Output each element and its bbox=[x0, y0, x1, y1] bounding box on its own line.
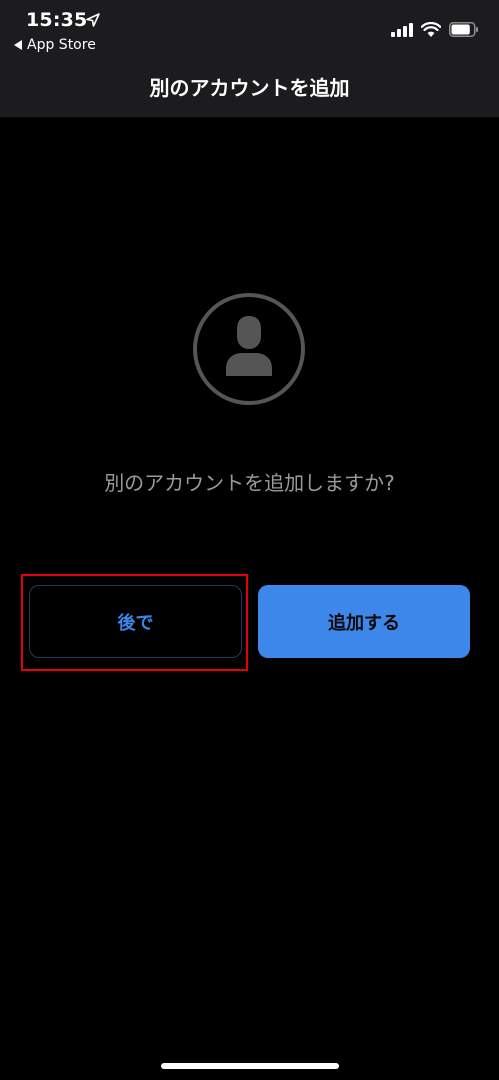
back-to-app-store-link[interactable]: App Store bbox=[14, 37, 96, 53]
page-title: 別のアカウントを追加 bbox=[149, 76, 350, 100]
add-account-prompt: 別のアカウントを追加しますか? bbox=[104, 471, 395, 495]
back-triangle-icon bbox=[14, 40, 22, 50]
status-indicators bbox=[391, 22, 479, 37]
later-button[interactable]: 後で bbox=[29, 585, 242, 658]
add-account-button[interactable]: 追加する bbox=[258, 585, 470, 658]
status-time: 15:35 bbox=[26, 9, 88, 31]
person-avatar-icon bbox=[193, 293, 305, 405]
top-bar: 15:35 App Store 別のアカウントを追加 bbox=[0, 0, 499, 117]
location-arrow-icon bbox=[86, 13, 100, 27]
wifi-icon bbox=[421, 22, 441, 37]
cellular-signal-icon bbox=[391, 22, 413, 37]
battery-icon bbox=[449, 22, 478, 37]
home-indicator[interactable] bbox=[161, 1063, 339, 1069]
back-app-label: App Store bbox=[27, 37, 96, 53]
